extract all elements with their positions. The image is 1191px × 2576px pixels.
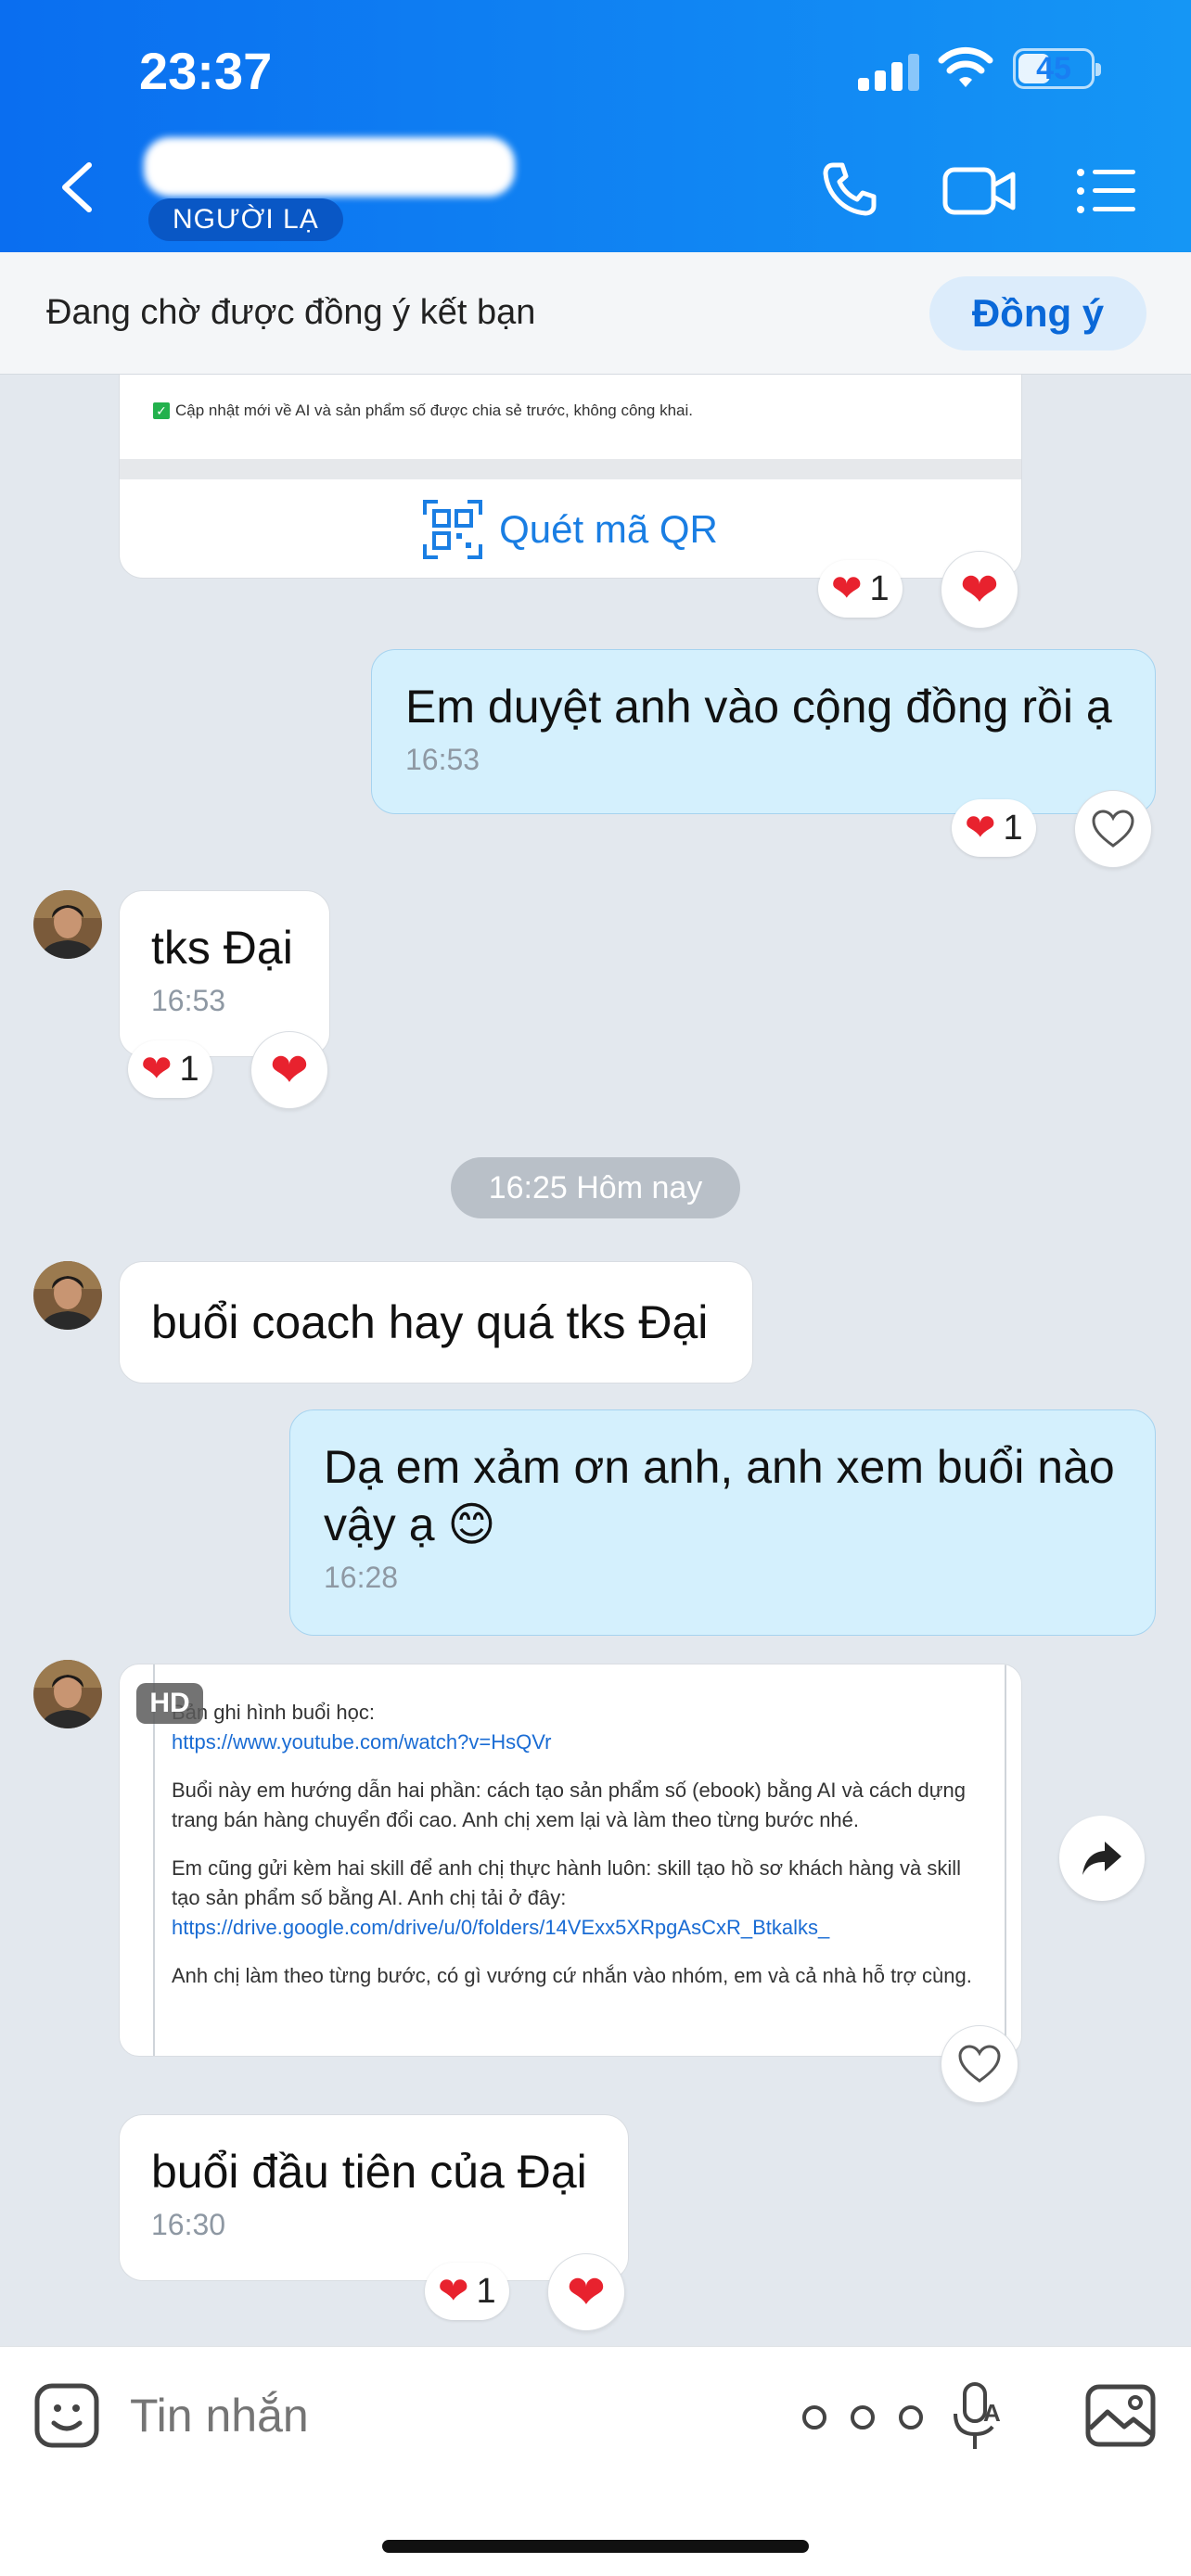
status-time: 23:37 (139, 42, 273, 100)
contact-name-redacted[interactable] (144, 137, 515, 197)
message-text: Em duyệt anh vào cộng đồng rồi ạ (405, 681, 1112, 733)
svg-text:A: A (983, 2399, 1001, 2427)
divider (120, 459, 1021, 479)
heart-icon: ❤ (438, 2271, 469, 2312)
message-text: tks Đại (151, 922, 293, 974)
heart-icon: ❤ (270, 1044, 309, 1096)
more-options-icon[interactable] (801, 2404, 924, 2430)
link-text: https://www.youtube.com/watch?v=HsQVr (172, 1730, 552, 1753)
stranger-badge: NGƯỜI LẠ (148, 198, 343, 241)
home-indicator (382, 2540, 809, 2553)
heart-react-button[interactable]: ❤ (941, 551, 1018, 629)
scan-qr-label: Quét mã QR (499, 507, 718, 551)
incoming-message[interactable]: buổi coach hay quá tks Đại (119, 1261, 753, 1384)
message-time: 16:28 (324, 1561, 399, 1594)
message-time: 16:53 (405, 743, 480, 776)
heart-react-button[interactable]: ❤ (547, 2253, 625, 2331)
menu-list-icon[interactable] (1076, 167, 1137, 215)
phone-call-icon[interactable] (820, 159, 879, 219)
date-divider: 16:25 Hôm nay (451, 1157, 740, 1218)
wifi-icon (938, 46, 993, 87)
heart-icon: ❤ (141, 1049, 173, 1090)
text-paragraph: Buổi này em hướng dẫn hai phần: cách tạo… (172, 1779, 966, 1831)
voice-to-text-mic-icon[interactable]: A (950, 2380, 1005, 2455)
chat-messages[interactable]: ✓ Cập nhật mới về AI và sản phẩm số được… (0, 375, 1191, 2346)
heart-outline-react-button[interactable] (941, 2025, 1018, 2103)
reaction-count: 1 (1003, 808, 1023, 848)
reaction-summary[interactable]: ❤ 1 (818, 560, 903, 618)
heart-icon: ❤ (960, 564, 999, 616)
battery-icon: 45 (1013, 48, 1101, 89)
reaction-count: 1 (869, 568, 890, 608)
avatar[interactable] (33, 1261, 102, 1330)
text-paragraph: Em cũng gửi kèm hai skill để anh chị thự… (172, 1856, 961, 1909)
sticker-emoji-icon[interactable] (33, 2382, 100, 2449)
link-text: https://drive.google.com/drive/u/0/folde… (172, 1916, 830, 1939)
heart-outline-icon (1092, 810, 1134, 848)
video-call-icon[interactable] (942, 167, 1017, 215)
heart-outline-icon (958, 2045, 1001, 2083)
text-paragraph: Anh chị làm theo từng bước, có gì vướng … (172, 1964, 972, 1987)
friend-request-banner: Đang chờ được đồng ý kết bạn Đồng ý (0, 252, 1191, 375)
photo-gallery-icon[interactable] (1085, 2384, 1156, 2447)
text-line: Bản ghi hình buổi học: (172, 1701, 375, 1724)
heart-icon: ❤ (965, 808, 996, 848)
screenshot-text: Bản ghi hình buổi học: https://www.youtu… (172, 1698, 988, 1991)
qr-card-message[interactable]: ✓ Cập nhật mới về AI và sản phẩm số được… (119, 375, 1022, 579)
reaction-count: 1 (476, 2271, 496, 2311)
heart-outline-react-button[interactable] (1074, 790, 1152, 868)
message-text: Dạ em xảm ơn anh, anh xem buổi nào vậy ạ… (324, 1441, 1115, 1550)
message-input-bar: A (0, 2346, 1191, 2576)
accept-friend-button[interactable]: Đồng ý (929, 276, 1146, 351)
share-arrow-icon (1082, 1842, 1121, 1875)
qr-card-note: Cập nhật mới về AI và sản phẩm số được c… (175, 402, 693, 419)
heart-icon: ❤ (831, 568, 863, 609)
qr-code-icon (423, 500, 483, 559)
image-message[interactable]: Bản ghi hình buổi học: https://www.youtu… (119, 1664, 1022, 2057)
avatar[interactable] (33, 890, 102, 959)
forward-button[interactable] (1059, 1816, 1145, 1901)
chat-header: 23:37 45 NGƯỜI LẠ (0, 0, 1191, 252)
battery-level: 45 (1036, 51, 1071, 86)
outgoing-message[interactable]: Dạ em xảm ơn anh, anh xem buổi nào vậy ạ… (289, 1409, 1156, 1636)
reaction-count: 1 (179, 1049, 199, 1089)
message-text: buổi đầu tiên của Đại (151, 2146, 587, 2198)
message-time: 16:53 (151, 984, 226, 1017)
reaction-summary[interactable]: ❤ 1 (128, 1040, 212, 1098)
reaction-summary[interactable]: ❤ 1 (952, 799, 1036, 857)
avatar[interactable] (33, 1660, 102, 1728)
heart-icon: ❤ (567, 2266, 606, 2318)
outgoing-message[interactable]: Em duyệt anh vào cộng đồng rồi ạ 16:53 (371, 649, 1156, 814)
back-icon[interactable] (56, 159, 96, 215)
message-time: 16:30 (151, 2208, 226, 2241)
pending-friend-text: Đang chờ được đồng ý kết bạn (46, 293, 536, 332)
message-text: buổi coach hay quá tks Đại (151, 1296, 709, 1348)
incoming-message[interactable]: buổi đầu tiên của Đại 16:30 (119, 2114, 629, 2281)
hd-badge: HD (136, 1683, 203, 1724)
check-icon: ✓ (153, 402, 170, 419)
reaction-summary[interactable]: ❤ 1 (425, 2263, 509, 2320)
cellular-signal-icon (858, 52, 919, 91)
message-input[interactable] (130, 2384, 686, 2447)
heart-react-button[interactable]: ❤ (250, 1031, 328, 1109)
